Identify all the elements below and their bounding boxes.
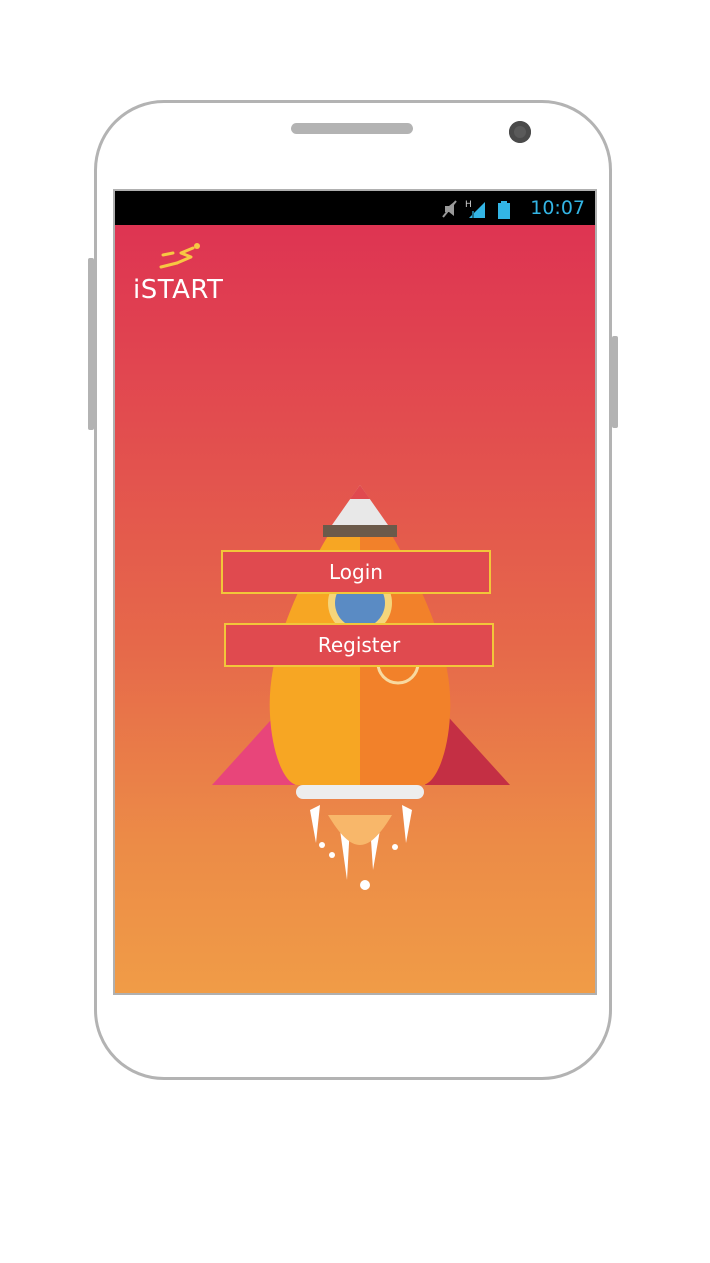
phone-screen: H 10:07 iSTART Login Register xyxy=(113,189,597,995)
splash-screen: iSTART Login Register xyxy=(115,225,595,993)
status-bar: H 10:07 xyxy=(115,191,595,225)
register-button[interactable]: Register xyxy=(224,623,494,667)
status-icons: H xyxy=(442,200,510,219)
signal-h-icon: H xyxy=(465,200,485,218)
rocket-illustration xyxy=(212,485,510,890)
login-button[interactable]: Login xyxy=(221,550,491,594)
runner-logo-icon xyxy=(159,243,200,269)
phone-side-button-right xyxy=(612,336,618,428)
mute-icon xyxy=(442,200,457,218)
status-time: 10:07 xyxy=(530,197,585,219)
app-logo-text: iSTART xyxy=(133,275,224,305)
phone-speaker xyxy=(291,123,413,134)
battery-icon xyxy=(498,201,510,219)
app-logo: iSTART xyxy=(133,241,223,305)
front-camera xyxy=(509,121,531,143)
svg-text:H: H xyxy=(465,200,472,210)
